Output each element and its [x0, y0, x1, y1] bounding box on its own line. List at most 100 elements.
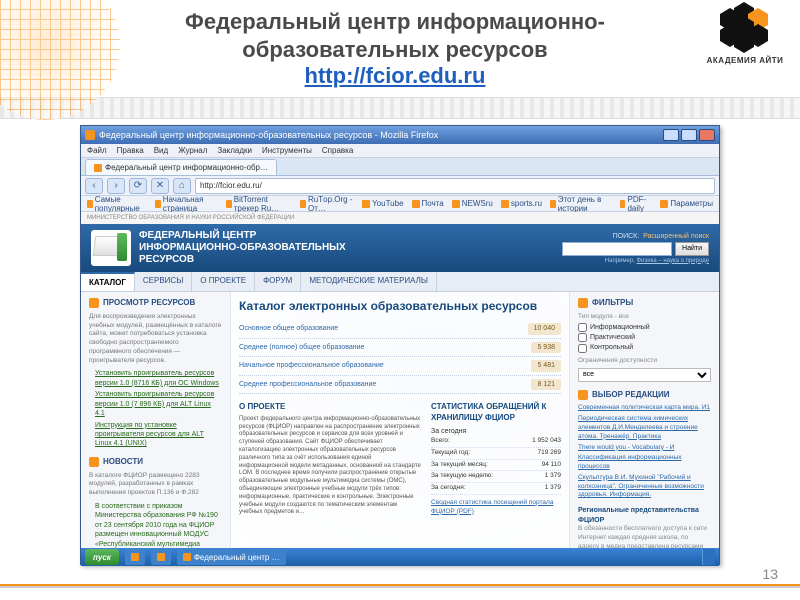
filter-checkbox-row[interactable]: Информационный — [578, 323, 711, 332]
forward-button[interactable]: › — [107, 178, 125, 194]
search-button[interactable]: Найти — [675, 242, 709, 256]
stat-val: 719 269 — [538, 449, 562, 458]
bookmark-item[interactable]: Начальная страница — [155, 195, 218, 213]
bookmark-item[interactable]: NEWSru — [452, 199, 493, 208]
decorative-line-gray — [0, 586, 800, 588]
search-input[interactable] — [562, 242, 672, 256]
firefox-icon — [85, 130, 95, 140]
catalog-heading: Каталог электронных образовательных ресу… — [239, 298, 561, 314]
nav-tab-forum[interactable]: ФОРУМ — [255, 272, 301, 291]
editor-icon — [578, 390, 588, 400]
menu-bookmarks[interactable]: Закладки — [217, 146, 252, 155]
bookmark-item[interactable]: Почта — [412, 199, 444, 208]
bookmark-item[interactable]: sports.ru — [501, 199, 542, 208]
advanced-search-link[interactable]: Расширенный поиск — [643, 233, 709, 240]
academy-label: АКАДЕМИЯ АЙТИ — [700, 56, 790, 65]
menu-edit[interactable]: Правка — [117, 146, 144, 155]
close-button[interactable] — [699, 129, 715, 141]
bookmark-item[interactable]: BitTorrent трекер Ru… — [226, 195, 292, 213]
menu-history[interactable]: Журнал — [178, 146, 207, 155]
stat-key: Всего: — [431, 437, 450, 446]
bookmark-icon — [452, 200, 460, 208]
category-link[interactable]: Основное общее образование — [239, 324, 338, 333]
bookmark-item[interactable]: RuTор.Org - От… — [300, 195, 354, 213]
bookmark-item[interactable]: YouTube — [362, 199, 403, 208]
editor-pick-link[interactable]: Скульптура В.И. Мухиной "Рабочий и колхо… — [578, 474, 711, 500]
category-count: 8 121 — [531, 379, 561, 390]
back-button[interactable]: ‹ — [85, 178, 103, 194]
download-link[interactable]: Установить проигрыватель ресурсов версии… — [95, 369, 222, 388]
search-box: ПОИСК: Расширенный поиск Найти Например,… — [562, 233, 709, 264]
site-logo[interactable] — [91, 230, 131, 266]
menu-file[interactable]: Файл — [87, 146, 107, 155]
taskbar-button[interactable] — [151, 549, 171, 565]
editor-pick-link[interactable]: There would you - Vocabulary - И — [578, 444, 711, 453]
bookmark-icon — [87, 200, 93, 208]
reload-button[interactable]: ⟳ — [129, 178, 147, 194]
editor-pick-link[interactable]: Классификация информационных процессов — [578, 454, 711, 472]
task-icon — [157, 553, 165, 561]
filter-checkbox-row[interactable]: Практический — [578, 333, 711, 342]
menu-help[interactable]: Справка — [322, 146, 353, 155]
bookmark-icon — [550, 200, 556, 208]
download-link[interactable]: Инструкция по установке проигрывателя ре… — [95, 421, 222, 449]
tab-bar: Федеральный центр информационно-обр… — [81, 158, 719, 176]
filter-checkbox[interactable] — [578, 323, 587, 332]
bookmark-item[interactable]: Этот день в истории — [550, 195, 612, 213]
stat-key: Текущий год: — [431, 449, 470, 458]
category-link[interactable]: Среднее (полное) общее образование — [239, 343, 364, 352]
filter-checkbox[interactable] — [578, 344, 587, 353]
left-column: ПРОСМОТР РЕСУРСОВ Для воспроизведения эл… — [81, 292, 231, 548]
category-count: 5 481 — [531, 360, 561, 371]
filter-checkbox[interactable] — [578, 333, 587, 342]
limit-select[interactable]: все — [578, 368, 711, 382]
taskbar-button-active[interactable]: Федеральный центр … — [177, 549, 286, 565]
address-input[interactable] — [195, 178, 715, 194]
filters-heading: ФИЛЬТРЫ — [592, 298, 633, 309]
bookmark-item[interactable]: Самые популярные — [87, 195, 147, 213]
right-column: ФИЛЬТРЫ Тип модуля - все Информационный … — [569, 292, 719, 548]
taskbar-button[interactable] — [125, 549, 145, 565]
system-tray[interactable] — [702, 549, 715, 565]
bookmark-icon — [362, 200, 370, 208]
editor-pick-link[interactable]: Современная политическая карта мира. И1 — [578, 404, 711, 413]
category-link[interactable]: Среднее профессиональное образование — [239, 380, 376, 389]
viewing-icon — [89, 298, 99, 308]
minimize-button[interactable] — [663, 129, 679, 141]
bookmark-item[interactable]: PDF-daily — [620, 195, 653, 213]
menu-tools[interactable]: Инструменты — [262, 146, 312, 155]
regional-text: В обязанности бесплатного доступа к сети… — [578, 525, 711, 548]
regional-heading: Региональные представительства ФЦИОР — [578, 506, 711, 525]
example-link[interactable]: Физика – наука о природе — [637, 258, 709, 264]
maximize-button[interactable] — [681, 129, 697, 141]
home-button[interactable]: ⌂ — [173, 178, 191, 194]
academy-logo: АКАДЕМИЯ АЙТИ — [700, 8, 790, 65]
filter-icon — [578, 298, 588, 308]
bookmarks-toolbar: Самые популярные Начальная страница BitT… — [81, 196, 719, 212]
download-link[interactable]: Установить проигрыватель ресурсов версии… — [95, 390, 222, 418]
filter-checkbox-row[interactable]: Контрольный — [578, 343, 711, 352]
nav-tab-services[interactable]: СЕРВИСЫ — [135, 272, 192, 291]
start-button[interactable]: пуск — [85, 549, 119, 565]
browser-window: Федеральный центр информационно-образова… — [80, 125, 720, 565]
slide-url-link[interactable]: http://fcior.edu.ru — [10, 63, 780, 89]
stop-button[interactable]: ✕ — [151, 178, 169, 194]
stat-key: За текущую неделю: — [431, 472, 493, 481]
nav-tab-materials[interactable]: МЕТОДИЧЕСКИЕ МАТЕРИАЛЫ — [301, 272, 437, 291]
news-link[interactable]: В соответствии с приказом Министерства о… — [95, 502, 222, 548]
limit-label: Ограничения доступности — [578, 357, 711, 366]
stats-pdf-link[interactable]: Сводная статистика посещений портала ФЦИ… — [431, 499, 561, 517]
category-count: 10 040 — [528, 323, 561, 334]
nav-tab-about[interactable]: О ПРОЕКТЕ — [192, 272, 255, 291]
decorative-skyline — [0, 97, 800, 119]
bookmark-icon — [300, 200, 306, 208]
nav-tab-catalog[interactable]: КАТАЛОГ — [81, 272, 135, 291]
bookmark-item[interactable]: Параметры — [660, 199, 713, 208]
menu-view[interactable]: Вид — [154, 146, 168, 155]
bookmark-icon — [155, 200, 161, 208]
browser-tab[interactable]: Федеральный центр информационно-обр… — [85, 159, 277, 175]
stat-val: 94 110 — [542, 461, 561, 470]
editor-pick-link[interactable]: Периодическая система химических элемент… — [578, 415, 711, 441]
window-titlebar: Федеральный центр информационно-образова… — [81, 126, 719, 144]
category-link[interactable]: Начальное профессиональное образование — [239, 361, 384, 370]
